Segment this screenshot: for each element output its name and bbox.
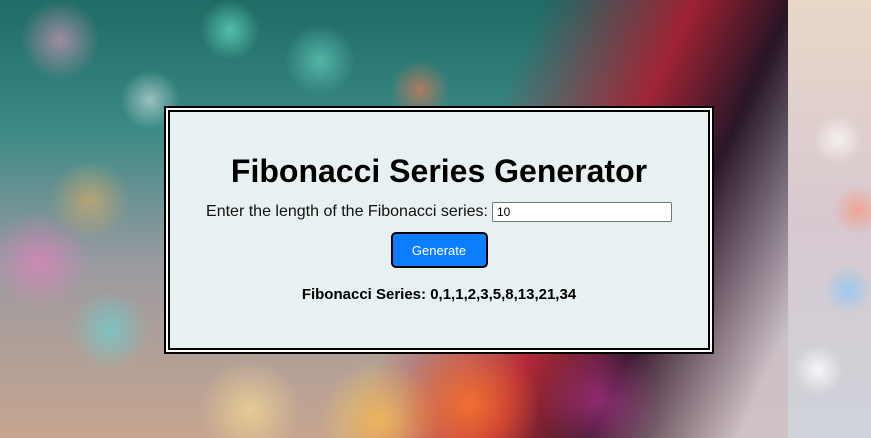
result-values: 0,1,1,2,3,5,8,13,21,34 [430, 286, 577, 303]
result-label: Fibonacci Series: [301, 286, 427, 303]
length-input[interactable] [491, 202, 672, 222]
result-text: Fibonacci Series: 0,1,1,2,3,5,8,13,21,34 [302, 286, 576, 303]
generate-button[interactable]: Generate [390, 232, 488, 268]
page: Fibonacci Series Generator Enter the len… [0, 0, 871, 438]
generator-card-inner: Fibonacci Series Generator Enter the len… [168, 110, 710, 350]
length-label: Enter the length of the Fibonacci series… [206, 203, 488, 220]
page-title: Fibonacci Series Generator [230, 153, 648, 189]
background-image-right [788, 0, 871, 438]
length-input-row: Enter the length of the Fibonacci series… [206, 202, 672, 222]
generator-card: Fibonacci Series Generator Enter the len… [164, 106, 714, 354]
